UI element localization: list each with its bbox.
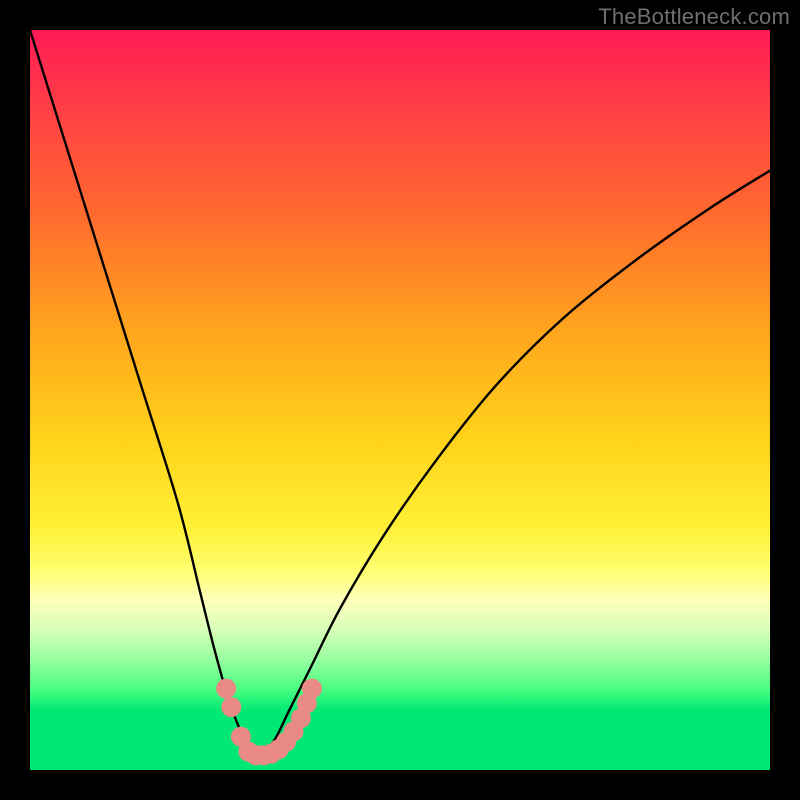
chart-frame: TheBottleneck.com <box>0 0 800 800</box>
curve-svg <box>30 30 770 770</box>
watermark-text: TheBottleneck.com <box>598 4 790 30</box>
highlight-dot <box>221 697 241 717</box>
highlight-dot <box>302 679 322 699</box>
highlight-dots <box>216 679 322 766</box>
bottleneck-curve-path <box>30 30 770 757</box>
plot-area <box>30 30 770 770</box>
highlight-dot <box>216 679 236 699</box>
